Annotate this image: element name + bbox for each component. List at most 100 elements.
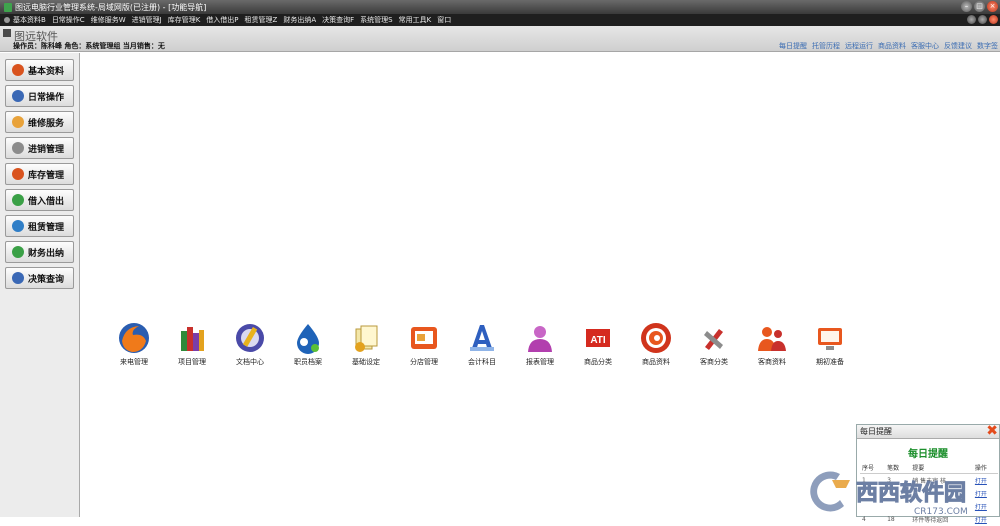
- sidebar-item-label: 维修服务: [28, 118, 65, 129]
- module-label: 文档中心: [236, 358, 264, 366]
- module-label: 报表管理: [526, 358, 554, 366]
- sidebar-item-decision[interactable]: 决策查询: [5, 267, 74, 289]
- child-minimize-button[interactable]: [967, 15, 976, 24]
- module-accounting-subjects[interactable]: 会计科目: [457, 321, 507, 367]
- module-label: 基础设定: [352, 358, 380, 366]
- menu-item-purchase-sale[interactable]: 进销管理J: [132, 15, 162, 25]
- papers-icon: [355, 325, 378, 352]
- minimize-button[interactable]: –: [961, 1, 972, 12]
- sidebar-item-label: 决策查询: [28, 274, 65, 285]
- monitor-icon: [818, 328, 842, 350]
- basic-icon: [12, 64, 24, 76]
- quick-link-feedback[interactable]: 反馈建议: [944, 41, 972, 51]
- module-document-center[interactable]: 文档中心: [225, 321, 275, 367]
- quick-link-service[interactable]: 客服中心: [911, 41, 939, 51]
- menu-item-inventory[interactable]: 库存管理K: [168, 15, 201, 25]
- reminder-header-title: 每日提醒: [860, 427, 892, 436]
- borrow-icon: [12, 194, 24, 206]
- module-label: 客商分类: [700, 358, 728, 366]
- sidebar-item-label: 库存管理: [28, 170, 65, 181]
- module-product-category[interactable]: ATI 商品分类: [573, 321, 623, 367]
- close-button[interactable]: ×: [987, 1, 998, 12]
- menu-item-repair[interactable]: 维修服务W: [91, 15, 126, 25]
- menu-item-borrow[interactable]: 借入借出P: [206, 15, 238, 25]
- sidebar-item-basic[interactable]: 基本资料: [5, 59, 74, 81]
- module-label: 会计科目: [468, 358, 496, 366]
- ati-icon: ATI: [586, 329, 610, 347]
- sidebar-item-finance[interactable]: 财务出纳: [5, 241, 74, 263]
- module-report-management[interactable]: 报表管理: [515, 321, 565, 367]
- menu-item-system[interactable]: 系统管理S: [360, 15, 392, 25]
- module-initial-setup[interactable]: 期初准备: [805, 321, 855, 367]
- svg-text:ATI: ATI: [590, 335, 606, 346]
- quick-link-reminder[interactable]: 每日提醒: [779, 41, 807, 51]
- module-label: 职员档案: [294, 358, 322, 366]
- finance-icon: [12, 246, 24, 258]
- menu-item-basic[interactable]: 基本资料B: [13, 15, 46, 25]
- daily-icon: [12, 90, 24, 102]
- module-product-info[interactable]: 商品资料: [631, 321, 681, 367]
- menu-icon: [4, 17, 10, 23]
- child-restore-button[interactable]: [978, 15, 987, 24]
- sidebar-item-daily[interactable]: 日常操作: [5, 85, 74, 107]
- sidebar: 基本资料 日常操作 维修服务 进销管理 库存管理 借入借出 租赁管理 财务出纳 …: [0, 53, 80, 517]
- module-staff-records[interactable]: 职员档案: [283, 321, 333, 367]
- menu-item-rental[interactable]: 租赁管理Z: [245, 15, 278, 25]
- operator-info: 操作员：陈科峰 角色：系统管理组 当月销售：无: [13, 42, 165, 50]
- menu-item-tools[interactable]: 常用工具K: [399, 15, 432, 25]
- sidebar-item-repair[interactable]: 维修服务: [5, 111, 74, 133]
- sidebar-item-rental[interactable]: 租赁管理: [5, 215, 74, 237]
- sidebar-item-borrow[interactable]: 借入借出: [5, 189, 74, 211]
- books-icon: [181, 327, 204, 351]
- close-icon[interactable]: ✖: [986, 424, 998, 438]
- sidebar-item-inventory[interactable]: 库存管理: [5, 163, 74, 185]
- sidebar-item-label: 日常操作: [28, 92, 65, 103]
- watermark-text: 西西软件园: [856, 480, 966, 506]
- window-title: 图远电脑行业管理系统-局域网版(已注册) - [功能导航]: [15, 2, 207, 12]
- app-icon: [4, 2, 12, 12]
- module-label: 来电管理: [120, 358, 148, 366]
- module-branch-management[interactable]: 分店管理: [399, 321, 449, 367]
- brand-bar: 图远软件 操作员：陈科峰 角色：系统管理组 当月销售：无 每日提醒 托管历程 远…: [0, 26, 1000, 52]
- people-icon: [758, 327, 786, 351]
- watermark-logo: 西西软件园 CR173.COM: [810, 471, 968, 517]
- module-label: 期初准备: [816, 358, 844, 366]
- purchase-icon: [12, 142, 24, 154]
- menu-item-window[interactable]: 窗口: [437, 15, 451, 25]
- maximize-button[interactable]: □: [974, 1, 985, 12]
- brand-logo-icon: [3, 29, 11, 37]
- menu-bar: 基本资料B 日常操作C 维修服务W 进销管理J 库存管理K 借入借出P 租赁管理…: [0, 14, 1000, 26]
- quick-link-signature[interactable]: 数字签: [977, 41, 998, 51]
- module-call-management[interactable]: 来电管理: [109, 321, 159, 367]
- module-client-info[interactable]: 客商资料: [747, 321, 797, 367]
- module-basic-settings[interactable]: 基础设定: [341, 321, 391, 367]
- module-label: 项目管理: [178, 358, 206, 366]
- menu-item-daily[interactable]: 日常操作C: [52, 15, 85, 25]
- menu-item-finance[interactable]: 财务出纳A: [283, 15, 316, 25]
- quick-link-remote[interactable]: 远程运行: [845, 41, 873, 51]
- firefox-icon: [119, 323, 149, 353]
- sidebar-item-label: 财务出纳: [28, 248, 65, 259]
- slideshow-icon: [411, 327, 437, 349]
- spiral-icon: [641, 323, 671, 353]
- rental-icon: [12, 220, 24, 232]
- pencil-disc-icon: [236, 324, 264, 352]
- person-icon: [528, 326, 552, 352]
- quick-link-products[interactable]: 商品资料: [878, 41, 906, 51]
- inventory-icon: [12, 168, 24, 180]
- module-label: 客商资料: [758, 358, 786, 366]
- child-close-button[interactable]: [989, 15, 998, 24]
- menu-item-decision[interactable]: 决策查询F: [322, 15, 354, 25]
- repair-icon: [12, 116, 24, 128]
- reminder-header: 每日提醒 ✖: [857, 424, 999, 439]
- module-client-category[interactable]: 客商分类: [689, 321, 739, 367]
- quick-links: 每日提醒 托管历程 远程运行 商品资料 客服中心 反馈建议 数字签: [779, 41, 998, 51]
- module-project-management[interactable]: 项目管理: [167, 321, 217, 367]
- window-titlebar: 图远电脑行业管理系统-局域网版(已注册) - [功能导航] – □ ×: [0, 0, 1000, 14]
- letter-a-icon: [470, 325, 494, 351]
- reminder-title: 每日提醒: [908, 449, 948, 460]
- watermark-subtext: CR173.COM: [914, 507, 968, 517]
- sidebar-item-purchase[interactable]: 进销管理: [5, 137, 74, 159]
- module-label: 商品分类: [584, 358, 612, 366]
- quick-link-history[interactable]: 托管历程: [812, 41, 840, 51]
